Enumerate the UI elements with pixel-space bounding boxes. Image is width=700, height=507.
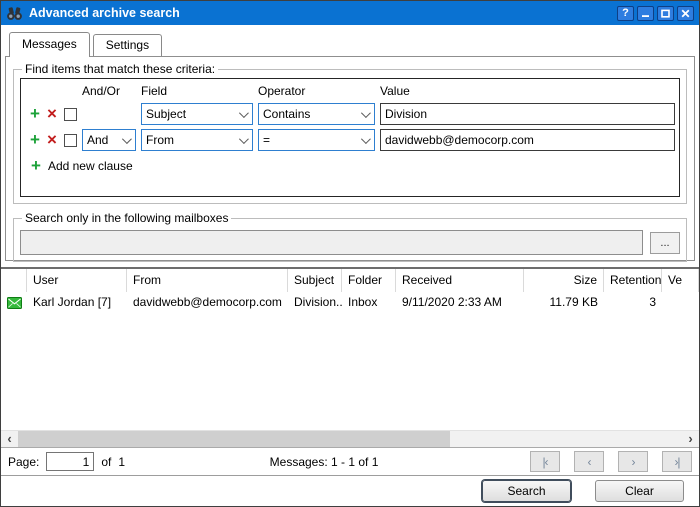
total-pages: 1 (118, 455, 125, 469)
criteria-group: Find items that match these criteria: An… (13, 62, 687, 204)
previous-page-button[interactable]: ‹ (574, 451, 604, 472)
field-select-value: From (146, 133, 174, 147)
column-header-version[interactable]: Ve (662, 269, 699, 292)
table-row[interactable]: Karl Jordan [7] davidwebb@democorp.com D… (1, 292, 699, 313)
column-header-icon[interactable] (1, 269, 27, 292)
add-clause-icon[interactable]: + (30, 107, 40, 121)
clause-checkbox[interactable] (64, 134, 77, 147)
column-header-received[interactable]: Received (396, 269, 524, 292)
operator-select[interactable]: Contains (258, 103, 375, 125)
first-page-button[interactable]: |‹ (530, 451, 560, 472)
horizontal-scrollbar: ‹ › (1, 430, 699, 447)
value-input[interactable] (380, 129, 675, 151)
column-header-subject[interactable]: Subject (288, 269, 342, 292)
column-label-operator: Operator (258, 84, 375, 98)
chevron-down-icon (361, 108, 371, 118)
field-select-value: Subject (146, 107, 186, 121)
criteria-header-row: And/Or Field Operator Value (25, 82, 675, 99)
andor-select-value: And (87, 133, 108, 147)
add-new-clause-label: Add new clause (48, 159, 133, 173)
value-input[interactable] (380, 103, 675, 125)
column-header-folder[interactable]: Folder (342, 269, 396, 292)
column-header-user[interactable]: User (27, 269, 127, 292)
advanced-archive-search-dialog: Advanced archive search ? Messages Setti… (0, 0, 700, 507)
remove-clause-icon[interactable]: × (47, 133, 57, 147)
mailboxes-field (20, 230, 643, 255)
mailboxes-group: Search only in the following mailboxes .… (13, 211, 687, 262)
results-header-row: User From Subject Folder Received Size R… (1, 269, 699, 292)
column-header-from[interactable]: From (127, 269, 288, 292)
results-list: User From Subject Folder Received Size R… (1, 267, 699, 475)
minimize-button[interactable] (637, 6, 654, 21)
window-title: Advanced archive search (29, 6, 614, 20)
field-select[interactable]: From (141, 129, 253, 151)
envelope-icon (1, 292, 27, 313)
cell-received: 9/11/2020 2:33 AM (396, 292, 524, 313)
search-button[interactable]: Search (482, 480, 571, 502)
column-header-retention[interactable]: Retention (604, 269, 662, 292)
close-button[interactable] (677, 6, 694, 21)
cell-size: 11.79 KB (524, 292, 604, 313)
add-clause-icon[interactable]: + (30, 133, 40, 147)
operator-select-value: Contains (263, 107, 310, 121)
page-number-input[interactable] (46, 452, 94, 471)
tab-messages[interactable]: Messages (9, 32, 90, 57)
cell-folder: Inbox (342, 292, 396, 313)
tab-strip: Messages Settings (5, 32, 695, 56)
field-select[interactable]: Subject (141, 103, 253, 125)
operator-select-value: = (263, 133, 270, 147)
mailboxes-group-label: Search only in the following mailboxes (22, 211, 231, 225)
cell-from: davidwebb@democorp.com (127, 292, 288, 313)
criteria-row-1: + × Subject Contains (25, 101, 675, 127)
pagination-bar: Page: of 1 Messages: 1 - 1 of 1 |‹ ‹ › ›… (1, 447, 699, 475)
remove-clause-icon[interactable]: × (47, 107, 57, 121)
title-bar: Advanced archive search ? (1, 1, 699, 25)
browse-mailboxes-button[interactable]: ... (650, 232, 680, 254)
chevron-down-icon (122, 134, 132, 144)
add-new-clause-link[interactable]: + Add new clause (25, 159, 675, 173)
column-label-field: Field (141, 84, 253, 98)
plus-icon: + (31, 159, 41, 173)
maximize-button[interactable] (657, 6, 674, 21)
scrollbar-thumb[interactable] (18, 431, 450, 447)
messages-tab-panel: Find items that match these criteria: An… (5, 56, 695, 261)
criteria-group-label: Find items that match these criteria: (22, 62, 218, 76)
column-label-value: Value (380, 84, 675, 98)
results-empty-area (1, 313, 699, 430)
scroll-right-arrow-icon[interactable]: › (682, 431, 699, 447)
page-label: Page: (8, 455, 39, 469)
column-label-andor: And/Or (82, 84, 136, 98)
chevron-down-icon (239, 134, 249, 144)
messages-count-label: Messages: 1 - 1 of 1 (132, 455, 516, 469)
column-header-size[interactable]: Size (524, 269, 604, 292)
next-page-button[interactable]: › (618, 451, 648, 472)
scrollbar-track[interactable] (18, 431, 682, 447)
chevron-down-icon (239, 108, 249, 118)
clear-button[interactable]: Clear (595, 480, 684, 502)
of-label: of (101, 455, 111, 469)
last-page-button[interactable]: ›| (662, 451, 692, 472)
action-button-strip: Search Clear (1, 475, 699, 506)
criteria-table: And/Or Field Operator Value + × Subject (20, 78, 680, 197)
cell-subject: Division... (288, 292, 342, 313)
clause-checkbox[interactable] (64, 108, 77, 121)
criteria-row-2: + × And From = (25, 127, 675, 153)
operator-select[interactable]: = (258, 129, 375, 151)
cell-retention: 3 (604, 292, 662, 313)
tab-settings[interactable]: Settings (93, 34, 162, 56)
chevron-down-icon (361, 134, 371, 144)
help-button[interactable]: ? (617, 6, 634, 21)
binoculars-icon (6, 6, 23, 21)
andor-select[interactable]: And (82, 129, 136, 151)
scroll-left-arrow-icon[interactable]: ‹ (1, 431, 18, 447)
cell-user: Karl Jordan [7] (27, 292, 127, 313)
